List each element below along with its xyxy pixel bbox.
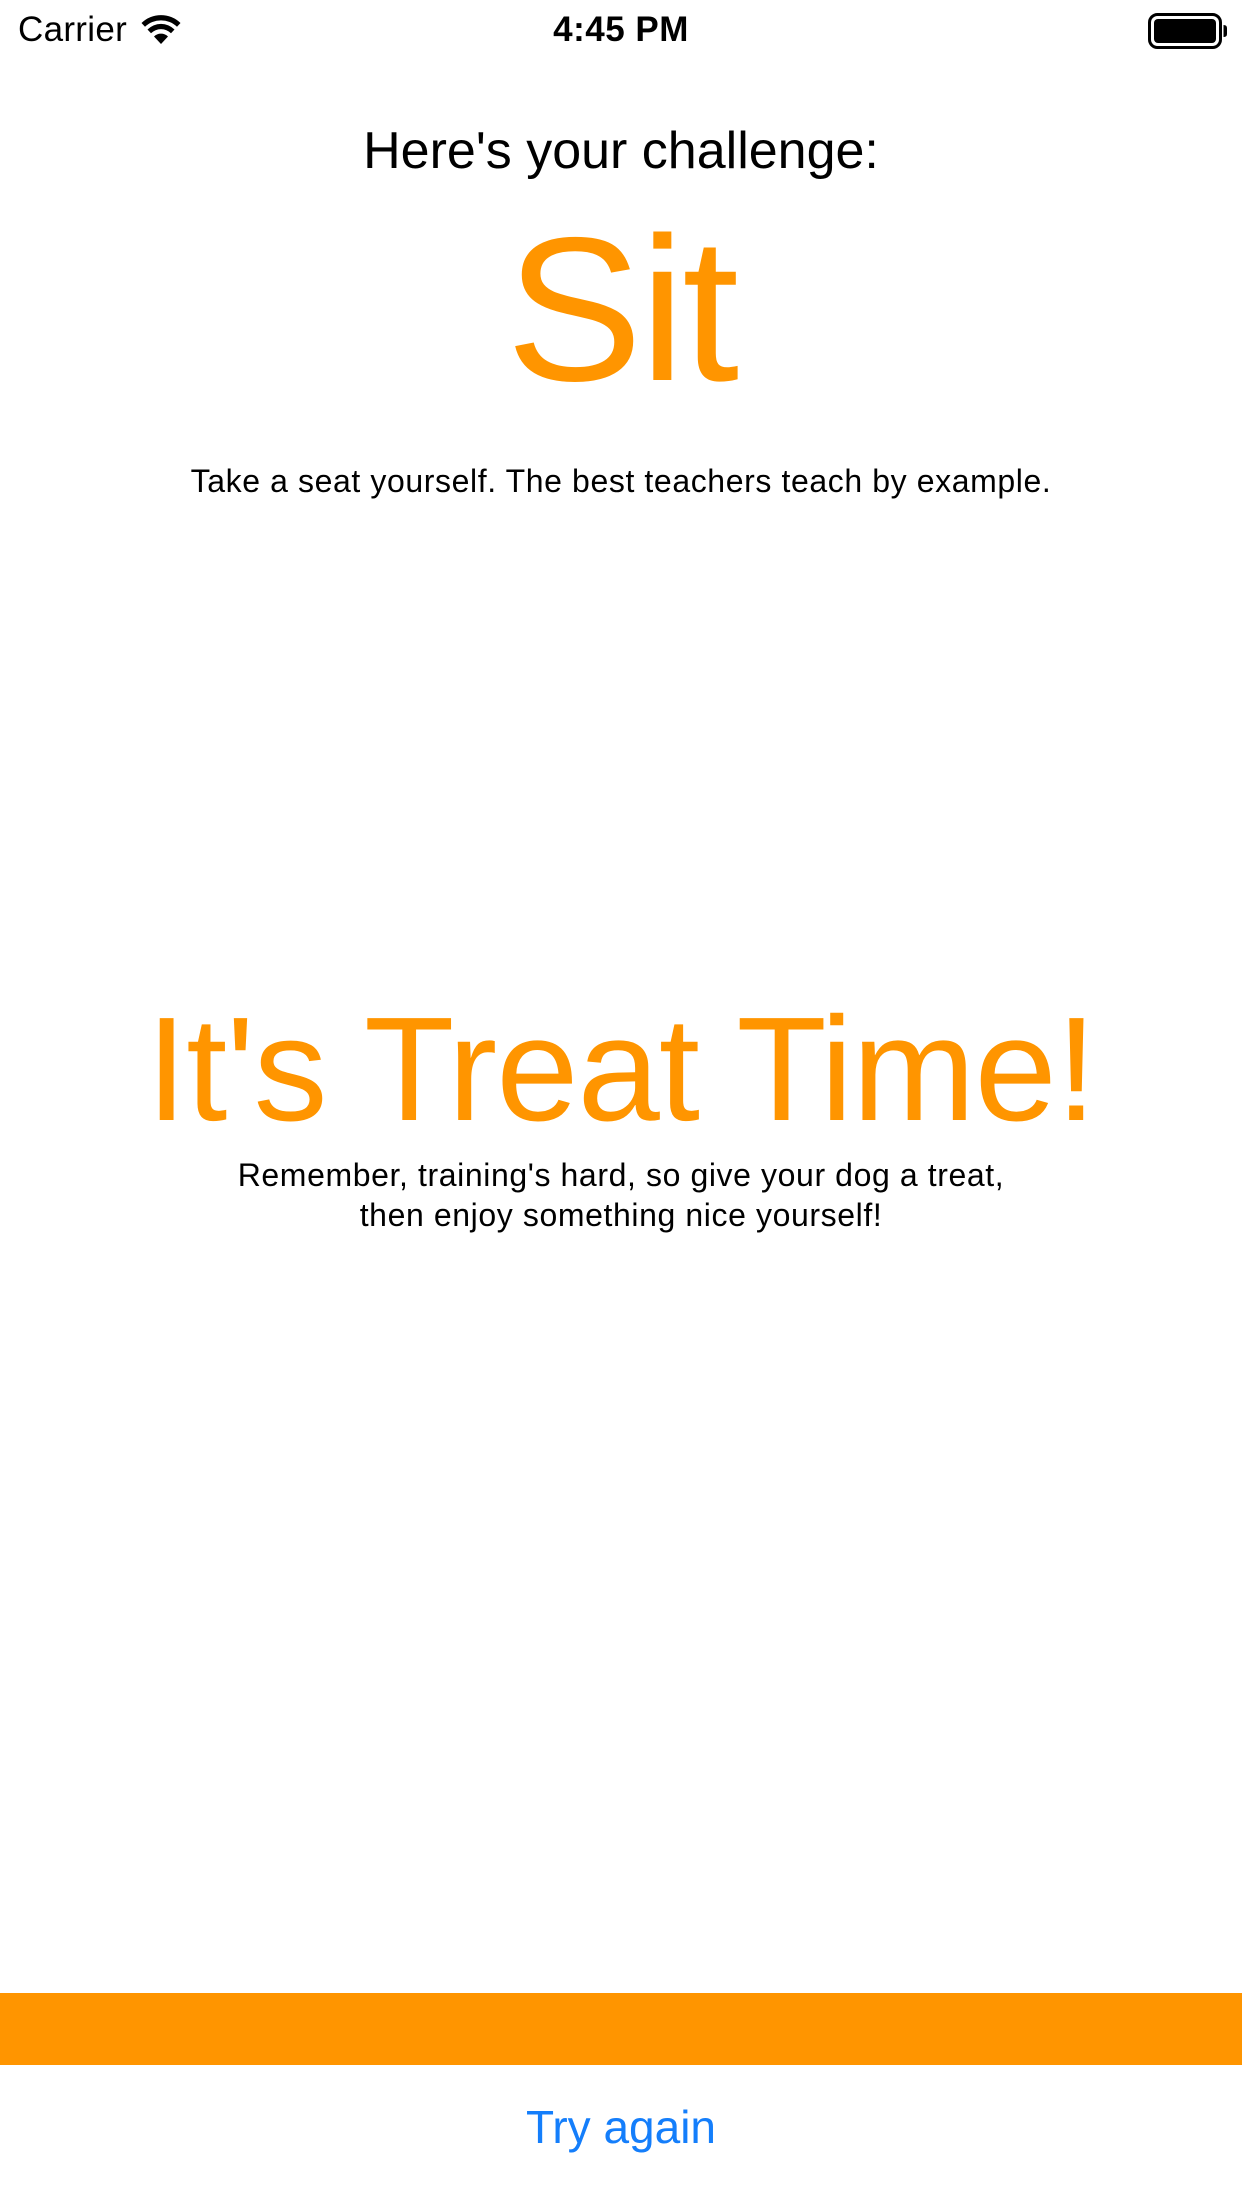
status-bar: Carrier 4:45 PM — [0, 0, 1242, 60]
treat-title: It's Treat Time! — [146, 987, 1097, 1152]
treat-description-line-1: Remember, training's hard, so give your … — [237, 1157, 1005, 1193]
status-time: 4:45 PM — [553, 10, 689, 49]
challenge-header: Here's your challenge: — [363, 122, 879, 180]
command-title: Sit — [505, 195, 739, 424]
try-again-button[interactable]: Try again — [471, 2095, 771, 2159]
treat-description: Remember, training's hard, so give your … — [0, 1155, 1242, 1235]
treat-description-line-2: then enjoy something nice yourself! — [359, 1197, 883, 1233]
command-description: Take a seat yourself. The best teachers … — [190, 463, 1052, 499]
progress-bar — [0, 1993, 1242, 2065]
battery-full-icon — [1148, 13, 1227, 49]
